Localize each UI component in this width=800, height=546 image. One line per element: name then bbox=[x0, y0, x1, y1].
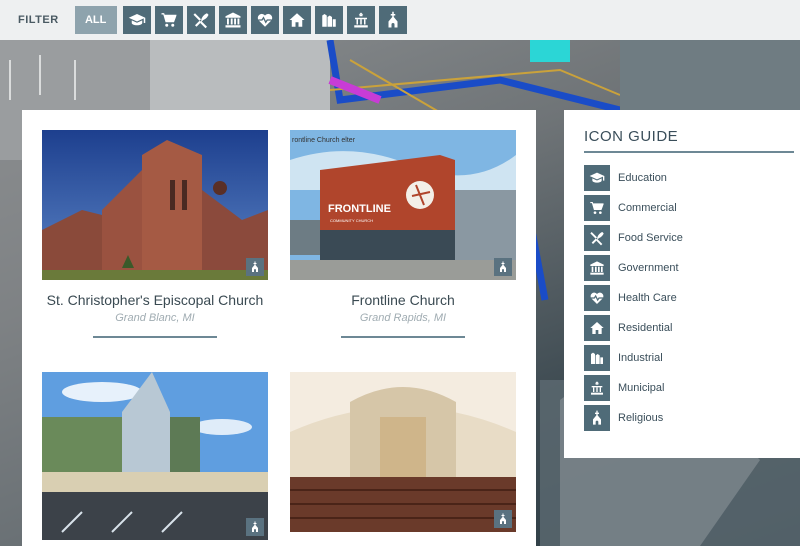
project-location: Grand Rapids, MI bbox=[359, 312, 447, 324]
commercial-icon bbox=[160, 11, 178, 29]
icon-guide-item-government: Government bbox=[584, 253, 800, 283]
residential-icon bbox=[589, 320, 605, 336]
icon-guide-label: Commercial bbox=[618, 202, 677, 214]
industrial-icon bbox=[589, 350, 605, 366]
project-location: Grand Blanc, MI bbox=[115, 312, 195, 324]
filter-health-care-button[interactable] bbox=[250, 6, 279, 34]
religious-badge bbox=[494, 258, 512, 276]
project-photo[interactable] bbox=[42, 372, 268, 540]
icon-guide-label: Municipal bbox=[618, 382, 665, 394]
filter-industrial-button[interactable] bbox=[314, 6, 343, 34]
project-card[interactable]: St. Christopher's Episcopal Church Grand… bbox=[42, 130, 268, 338]
icon-guide-label: Religious bbox=[618, 412, 664, 424]
religious-badge bbox=[246, 258, 264, 276]
icon-guide-label: Food Service bbox=[618, 232, 683, 244]
icon-guide-item-food-service: Food Service bbox=[584, 223, 800, 253]
icon-guide-label: Residential bbox=[618, 322, 673, 334]
project-photo[interactable]: FRONTLINE COMMUNITY CHURCH rontline Chur… bbox=[290, 130, 516, 280]
municipal-icon bbox=[352, 11, 370, 29]
icon-guide-item-industrial: Industrial bbox=[584, 343, 800, 373]
project-card[interactable] bbox=[42, 372, 268, 540]
health-care-icon bbox=[256, 11, 274, 29]
filter-religious-button[interactable] bbox=[378, 6, 407, 34]
divider bbox=[341, 336, 465, 338]
filter-government-button[interactable] bbox=[218, 6, 247, 34]
religious-icon bbox=[497, 261, 509, 273]
photo-sign-text: FRONTLINE bbox=[328, 203, 391, 215]
project-title[interactable]: Frontline Church bbox=[290, 292, 516, 308]
filter-residential-button[interactable] bbox=[282, 6, 311, 34]
filter-food-service-button[interactable] bbox=[186, 6, 215, 34]
icon-guide-item-health-care: Health Care bbox=[584, 283, 800, 313]
education-icon bbox=[589, 170, 605, 186]
industrial-icon bbox=[320, 11, 338, 29]
education-icon bbox=[128, 11, 146, 29]
health-care-icon bbox=[589, 290, 605, 306]
icon-guide-item-commercial: Commercial bbox=[584, 193, 800, 223]
project-title[interactable]: St. Christopher's Episcopal Church bbox=[42, 292, 268, 308]
icon-guide-item-residential: Residential bbox=[584, 313, 800, 343]
project-photo[interactable] bbox=[290, 372, 516, 532]
project-card[interactable] bbox=[290, 372, 516, 532]
filter-commercial-button[interactable] bbox=[154, 6, 183, 34]
projects-panel: St. Christopher's Episcopal Church Grand… bbox=[22, 110, 536, 546]
religious-icon bbox=[249, 521, 261, 533]
project-card[interactable]: FRONTLINE COMMUNITY CHURCH rontline Chur… bbox=[290, 130, 516, 338]
divider bbox=[93, 336, 217, 338]
filter-all-button[interactable]: ALL bbox=[74, 6, 117, 34]
icon-guide-item-municipal: Municipal bbox=[584, 373, 800, 403]
food-service-icon bbox=[192, 11, 210, 29]
icon-guide-title: ICON GUIDE bbox=[584, 128, 794, 153]
commercial-icon bbox=[589, 200, 605, 216]
filter-education-button[interactable] bbox=[122, 6, 151, 34]
religious-icon bbox=[589, 410, 605, 426]
icon-guide-list: Education Commercial Food Service Govern… bbox=[584, 163, 800, 433]
icon-guide-label: Education bbox=[618, 172, 667, 184]
religious-badge bbox=[246, 518, 264, 536]
icon-guide-item-education: Education bbox=[584, 163, 800, 193]
icon-guide-label: Industrial bbox=[618, 352, 663, 364]
government-icon bbox=[589, 260, 605, 276]
project-photo[interactable] bbox=[42, 130, 268, 280]
filter-bar: FILTER ALL bbox=[0, 0, 800, 40]
icon-guide-item-religious: Religious bbox=[584, 403, 800, 433]
religious-icon bbox=[249, 261, 261, 273]
religious-icon bbox=[497, 513, 509, 525]
religious-icon bbox=[384, 11, 402, 29]
government-icon bbox=[224, 11, 242, 29]
filter-municipal-button[interactable] bbox=[346, 6, 375, 34]
icon-guide-label: Government bbox=[618, 262, 679, 274]
photo-sign-subtext: COMMUNITY CHURCH bbox=[330, 218, 373, 223]
icon-guide-panel: ICON GUIDE Education Commercial Food Ser… bbox=[564, 110, 800, 458]
photo-caption: rontline Church elter bbox=[292, 137, 356, 144]
residential-icon bbox=[288, 11, 306, 29]
food-service-icon bbox=[589, 230, 605, 246]
icon-guide-label: Health Care bbox=[618, 292, 677, 304]
filter-label: FILTER bbox=[18, 14, 59, 26]
religious-badge bbox=[494, 510, 512, 528]
municipal-icon bbox=[589, 380, 605, 396]
